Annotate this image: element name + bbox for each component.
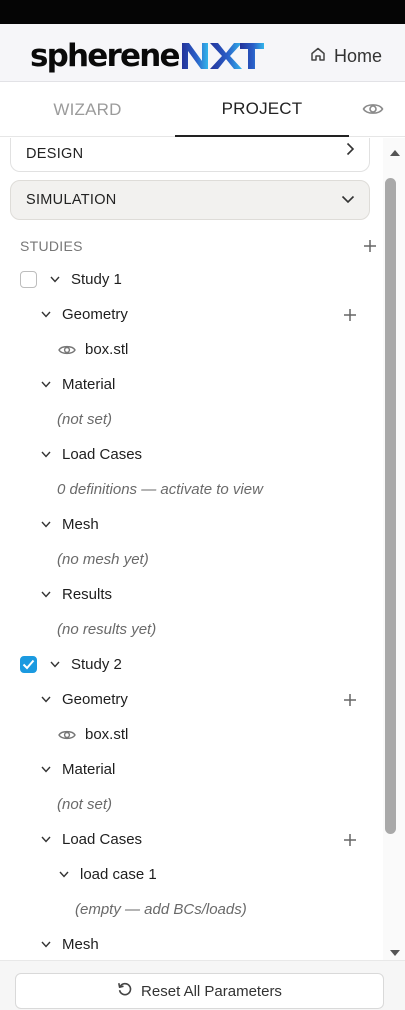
load-cases-label: Load Cases: [62, 831, 143, 848]
geometry-label: Geometry: [62, 691, 128, 708]
chevron-down-icon[interactable]: [40, 519, 52, 531]
eye-icon[interactable]: [362, 99, 384, 124]
top-black-bar: [0, 0, 405, 24]
load-case-node[interactable]: load case 1: [58, 857, 358, 892]
material-note: (not set): [57, 402, 367, 437]
add-geometry-icon[interactable]: [343, 693, 357, 707]
file-name: box.stl: [85, 726, 129, 743]
results-node[interactable]: Results: [40, 577, 370, 612]
chevron-right-icon: [345, 142, 355, 160]
geometry-label: Geometry: [62, 306, 128, 323]
mesh-label: Mesh: [62, 516, 99, 533]
material-note: (not set): [57, 787, 367, 822]
material-status-text: (not set): [57, 411, 113, 428]
chevron-down-icon[interactable]: [40, 379, 52, 391]
mesh-node[interactable]: Mesh: [40, 507, 370, 542]
studies-header: STUDIES: [20, 228, 376, 263]
home-icon: [310, 46, 326, 67]
mesh-status-text: (no mesh yet): [57, 551, 149, 568]
chevron-down-icon[interactable]: [40, 834, 52, 846]
load-cases-status-text: 0 definitions — activate to view: [57, 481, 263, 498]
footer-bar: Reset All Parameters: [0, 960, 405, 1010]
results-status-text: (no results yet): [57, 621, 157, 638]
study-row[interactable]: Study 2: [20, 647, 370, 682]
tab-project[interactable]: PROJECT: [175, 82, 349, 137]
project-panel: DESIGN SIMULATION STUDIES Study 1 Geomet…: [0, 138, 383, 960]
chevron-down-icon: [341, 192, 355, 208]
simulation-card[interactable]: SIMULATION: [10, 180, 370, 220]
geometry-node[interactable]: Geometry: [40, 297, 370, 332]
chevron-down-icon[interactable]: [58, 869, 70, 881]
chevron-down-icon[interactable]: [49, 659, 61, 671]
scrollbar-thumb[interactable]: [385, 178, 396, 834]
study-name: Study 2: [71, 656, 122, 673]
material-status-text: (not set): [57, 796, 113, 813]
geometry-file-item[interactable]: box.stl: [58, 332, 358, 367]
load-cases-label: Load Cases: [62, 446, 143, 463]
geometry-file-item[interactable]: box.stl: [58, 717, 358, 752]
logo-nxt-mark: [181, 38, 264, 74]
results-label: Results: [62, 586, 113, 603]
add-load-case-icon[interactable]: [343, 833, 357, 847]
add-study-icon[interactable]: [363, 239, 377, 253]
load-case-label: load case 1: [80, 866, 157, 883]
tab-wizard[interactable]: WIZARD: [0, 82, 175, 137]
design-label: DESIGN: [26, 145, 84, 162]
chevron-down-icon[interactable]: [40, 449, 52, 461]
home-label: Home: [333, 46, 382, 66]
app-header: spherene Home: [0, 24, 405, 82]
load-cases-note: 0 definitions — activate to view: [57, 472, 377, 507]
mesh-label: Mesh: [62, 936, 99, 953]
chevron-down-icon[interactable]: [49, 274, 61, 286]
reset-icon: [117, 981, 133, 1001]
design-card[interactable]: DESIGN: [10, 138, 370, 172]
chevron-down-icon[interactable]: [40, 589, 52, 601]
simulation-label: SIMULATION: [26, 192, 117, 208]
logo-wordmark: spherene: [30, 38, 181, 74]
results-note: (no results yet): [57, 612, 367, 647]
vertical-scrollbar[interactable]: [383, 138, 405, 960]
load-case-note: (empty — add BCs/loads): [75, 892, 375, 927]
eye-icon[interactable]: [58, 728, 76, 742]
chevron-down-icon[interactable]: [40, 694, 52, 706]
file-name: box.stl: [85, 341, 129, 358]
geometry-node[interactable]: Geometry: [40, 682, 370, 717]
load-cases-node[interactable]: Load Cases: [40, 822, 370, 857]
eye-icon[interactable]: [58, 343, 76, 357]
reset-all-parameters-button[interactable]: Reset All Parameters: [15, 973, 384, 1009]
brand-logo[interactable]: spherene: [30, 34, 264, 74]
material-label: Material: [62, 376, 116, 393]
material-node[interactable]: Material: [40, 367, 370, 402]
tab-bar: WIZARD PROJECT: [0, 82, 405, 137]
chevron-down-icon[interactable]: [40, 939, 52, 951]
add-geometry-icon[interactable]: [343, 308, 357, 322]
mesh-node[interactable]: Mesh: [40, 927, 370, 960]
studies-label: STUDIES: [20, 237, 83, 254]
load-cases-node[interactable]: Load Cases: [40, 437, 370, 472]
mesh-note: (no mesh yet): [57, 542, 367, 577]
home-button[interactable]: Home: [310, 46, 382, 67]
chevron-down-icon[interactable]: [40, 764, 52, 776]
material-node[interactable]: Material: [40, 752, 370, 787]
scroll-up-icon[interactable]: [389, 144, 401, 162]
material-label: Material: [62, 761, 116, 778]
chevron-down-icon[interactable]: [40, 309, 52, 321]
reset-label: Reset All Parameters: [141, 982, 282, 1000]
study-checkbox[interactable]: [20, 656, 37, 673]
study-row[interactable]: Study 1: [20, 262, 370, 297]
study-name: Study 1: [71, 271, 122, 288]
load-case-status-text: (empty — add BCs/loads): [75, 901, 247, 918]
study-checkbox[interactable]: [20, 271, 37, 288]
